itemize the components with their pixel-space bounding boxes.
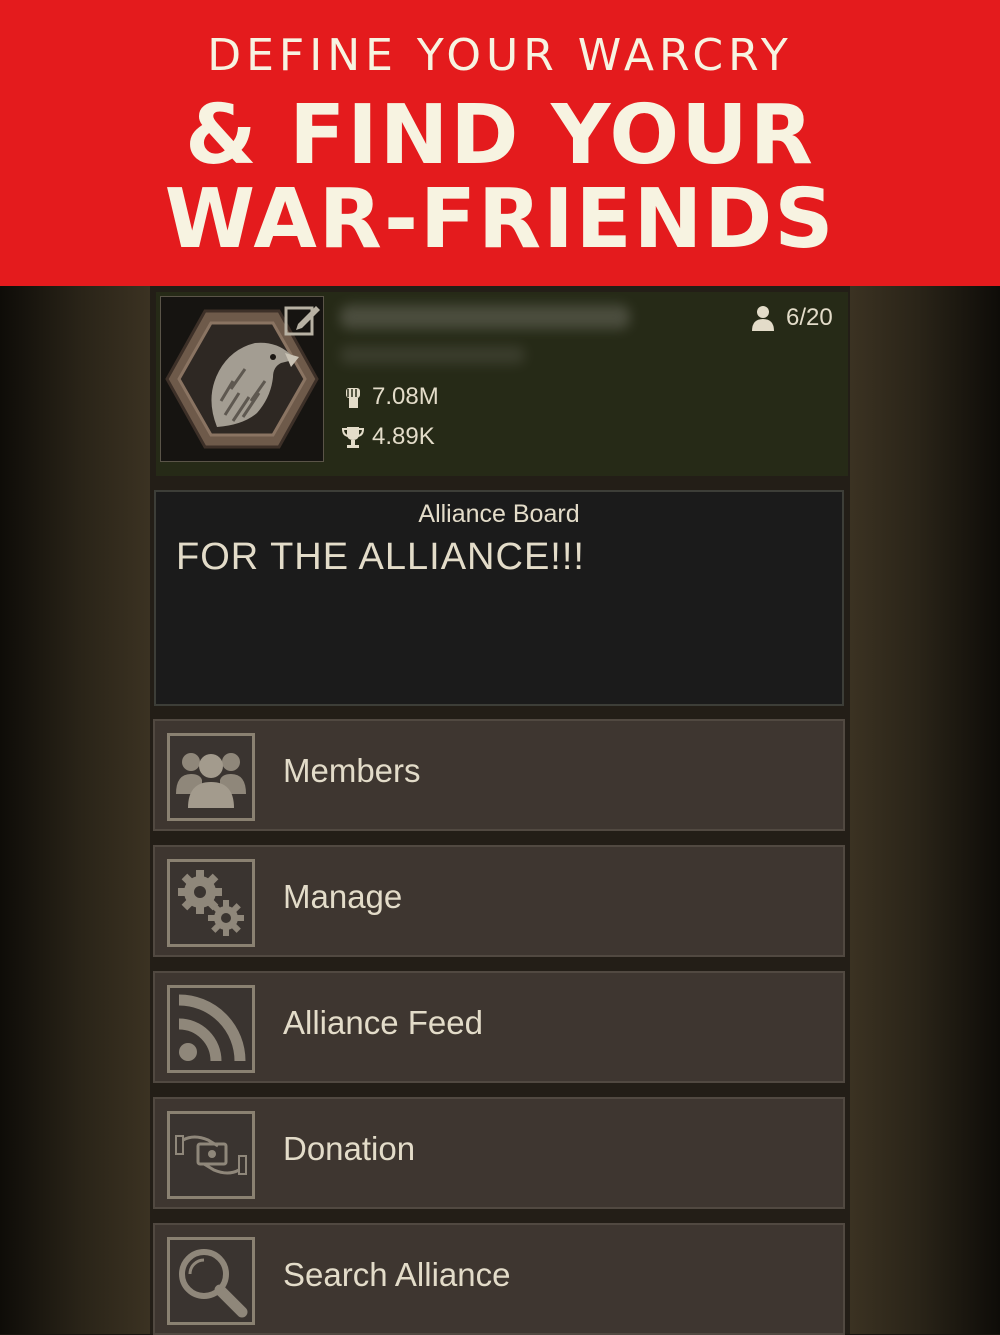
members-button[interactable]: Members (153, 719, 845, 831)
search-alliance-label: Search Alliance (283, 1256, 511, 1293)
donation-label: Donation (283, 1130, 416, 1167)
alliance-board[interactable]: Alliance Board FOR THE ALLIANCE!!! (154, 490, 844, 706)
background-right (850, 286, 1000, 1334)
members-icon (176, 753, 246, 808)
search-alliance-button[interactable]: Search Alliance (153, 1223, 845, 1335)
promo-banner: DEFINE YOUR WARCRY & FIND YOUR WAR-FRIEN… (0, 0, 1000, 286)
gears-icon (178, 870, 244, 936)
power-value: 7.08M (372, 383, 439, 410)
manage-label: Manage (283, 878, 403, 915)
search-alliance-icon-box (167, 1237, 255, 1325)
alliance-name-redacted (340, 305, 630, 329)
background-left (0, 286, 150, 1334)
banner-headline-2: WAR-FRIENDS (164, 172, 836, 267)
board-title: Alliance Board (418, 500, 580, 528)
members-label: Members (283, 752, 421, 789)
trophy-value: 4.89K (372, 423, 435, 450)
alliance-feed-label: Alliance Feed (283, 1004, 483, 1041)
alliance-role-redacted (340, 346, 525, 364)
donation-icon-box (167, 1111, 255, 1199)
banner-headline-1: & FIND YOUR (185, 88, 815, 183)
alliance-feed-button[interactable]: Alliance Feed (153, 971, 845, 1083)
fist-icon (346, 388, 360, 408)
manage-icon-box (167, 859, 255, 947)
rss-feed-icon (178, 994, 246, 1062)
members-icon-box (167, 733, 255, 821)
board-message: FOR THE ALLIANCE!!! (176, 536, 585, 578)
trophy-icon (341, 427, 365, 448)
person-icon (752, 306, 774, 331)
member-count-value: 6/20 (786, 304, 833, 331)
donation-icon (175, 1135, 247, 1175)
alliance-feed-icon-box (167, 985, 255, 1073)
donation-button[interactable]: Donation (153, 1097, 845, 1209)
search-icon (179, 1249, 248, 1318)
banner-tagline: DEFINE YOUR WARCRY (207, 30, 793, 81)
edit-icon[interactable] (282, 300, 322, 340)
manage-button[interactable]: Manage (153, 845, 845, 957)
